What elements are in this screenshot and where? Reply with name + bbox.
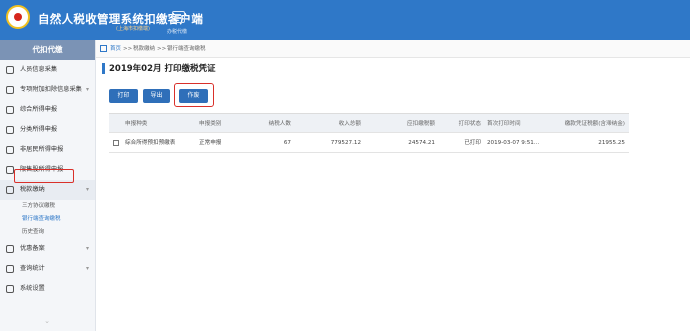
id-card-icon: [6, 86, 14, 94]
table-cell: 21955.25: [598, 140, 625, 146]
sidebar-item-label: 税款缴纳: [20, 186, 45, 193]
bookmark-icon: [6, 245, 14, 253]
table-cell: 已打印: [464, 140, 481, 146]
sidebar-item-label: 系统设置: [20, 285, 45, 292]
column-header: 收入总额: [338, 121, 361, 127]
home-icon[interactable]: [100, 45, 107, 52]
row-checkbox[interactable]: [113, 140, 119, 146]
breadcrumb-separator: >>: [157, 46, 167, 52]
column-header: 应扣缴税额: [407, 121, 435, 127]
export-button[interactable]: 导出: [143, 89, 170, 103]
highlight-box: [174, 83, 214, 107]
sidebar: 代扣代缴 人员信息采集 专项附加扣除信息采集 ▾ 综合所得申报 分类所得申报 非…: [0, 40, 96, 331]
sidebar-item-statistics[interactable]: 查询统计 ▾: [0, 259, 95, 279]
title-accent: [102, 63, 105, 74]
table-cell: 正常申报: [199, 140, 222, 146]
table-cell: 2019-03-07 9:51...: [487, 140, 540, 146]
chevron-down-icon: ▾: [85, 265, 89, 272]
sidebar-item-label: 优惠备案: [20, 245, 45, 252]
breadcrumb-home[interactable]: 首页: [110, 40, 121, 58]
sidebar-subitem-bank-query[interactable]: 银行端查询缴税: [0, 213, 95, 226]
chevron-down-icon: ▾: [85, 186, 89, 193]
voucher-table: 申报种类 申报类别 纳税人数 收入总额 应扣缴税额 打印状态 首次打印时间 缴款…: [109, 113, 629, 153]
column-header: 申报种类: [125, 121, 148, 127]
sidebar-item-classified[interactable]: 分类所得申报: [0, 120, 95, 140]
page-title: 2019年02月 打印缴税凭证: [109, 64, 216, 74]
chevron-down-icon: ▾: [85, 86, 89, 93]
sidebar-item-label: 查询统计: [20, 265, 45, 272]
sidebar-subitem-history[interactable]: 历史查询: [0, 226, 95, 239]
sidebar-item-special-deduction[interactable]: 专项附加扣除信息采集 ▾: [0, 80, 95, 100]
column-header: 纳税人数: [268, 121, 291, 127]
app-subtitle: (上海市扣缴端): [116, 26, 150, 32]
sidebar-item-personnel[interactable]: 人员信息采集: [0, 60, 95, 80]
sidebar-item-label: 分类所得申报: [20, 126, 58, 133]
sidebar-item-preferential[interactable]: 优惠备案 ▾: [0, 239, 95, 259]
sidebar-item-nonresident[interactable]: 非居民所得申报: [0, 140, 95, 160]
sidebar-title: 代扣代缴: [0, 40, 95, 60]
breadcrumb-level1[interactable]: 税款缴纳: [133, 40, 155, 58]
bar-chart-icon: [6, 265, 14, 273]
sidebar-item-settings[interactable]: 系统设置: [0, 279, 95, 299]
column-header: 缴款凭证税额(含滞纳金): [564, 121, 625, 127]
top-header: 自然人税收管理系统扣缴客户端 (上海市扣缴端) 办税代缴: [0, 0, 690, 40]
sidebar-item-label: 人员信息采集: [20, 66, 58, 73]
sidebar-item-label: 非居民所得申报: [20, 146, 64, 153]
sidebar-item-label: 综合所得申报: [20, 106, 58, 113]
column-header: 首次打印时间: [487, 121, 521, 127]
user-icon: [6, 66, 14, 74]
print-button[interactable]: 打印: [109, 89, 138, 103]
breadcrumb-level2: 银行端查询缴税: [167, 46, 206, 52]
list-icon: [6, 126, 14, 134]
table-cell: 779527.12: [330, 140, 361, 146]
gear-icon: [6, 285, 14, 293]
chevron-down-icon: ▾: [85, 245, 89, 252]
tax-payment-icon[interactable]: [172, 11, 185, 23]
sidebar-item-comprehensive[interactable]: 综合所得申报: [0, 100, 95, 120]
person-icon: [6, 146, 14, 154]
tray-label[interactable]: 办税代缴: [167, 28, 187, 35]
table-cell: 综合所得预扣预缴表: [125, 140, 176, 146]
tax-emblem-logo: [6, 5, 30, 29]
collapse-handle-icon[interactable]: ⌄: [38, 317, 56, 325]
table-row[interactable]: 综合所得预扣预缴表 正常申报 67 779527.12 24574.21 已打印…: [109, 133, 629, 153]
chart-icon: [6, 166, 14, 174]
sidebar-subitem-tripartite[interactable]: 三方协议缴税: [0, 200, 95, 213]
breadcrumb-separator: >>: [123, 46, 133, 52]
highlight-box: [14, 169, 74, 183]
table-cell: 24574.21: [408, 140, 435, 146]
table-cell: 67: [283, 140, 291, 146]
table-header-row: 申报种类 申报类别 纳税人数 收入总额 应扣缴税额 打印状态 首次打印时间 缴款…: [109, 113, 629, 133]
sidebar-item-tax-payment[interactable]: 税款缴纳 ▾: [0, 180, 95, 200]
sidebar-item-label: 专项附加扣除信息采集: [20, 86, 82, 93]
column-header: 打印状态: [458, 121, 481, 127]
breadcrumb: 首页 >> 税款缴纳 >> 银行端查询缴税: [96, 40, 690, 58]
document-icon: [6, 106, 14, 114]
column-header: 申报类别: [199, 121, 222, 127]
wallet-icon: [6, 186, 14, 194]
